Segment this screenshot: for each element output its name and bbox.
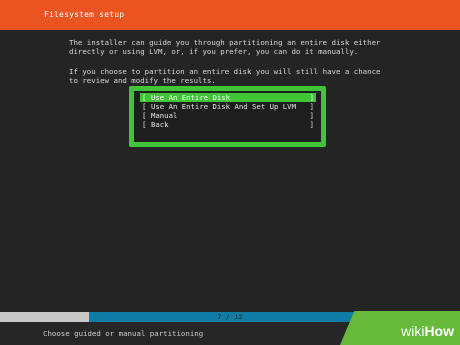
menu-item-manual[interactable]: [ Manual ] xyxy=(140,111,316,120)
intro-paragraph: The installer can guide you through part… xyxy=(69,38,380,56)
bracket-left: [ xyxy=(142,102,147,111)
intro-line: directly or using LVM, or, if you prefer… xyxy=(69,47,359,56)
bracket-left: [ xyxy=(142,111,147,120)
intro-line: to review and modify the results. xyxy=(69,76,216,85)
menu-item-label: Manual xyxy=(151,111,178,120)
menu-item-use-entire-disk-lvm[interactable]: [ Use An Entire Disk And Set Up LVM ] xyxy=(140,102,316,111)
header-bar: Filesystem setup xyxy=(0,0,460,30)
menu-item-label: Use An Entire Disk And Set Up LVM xyxy=(151,102,296,111)
wikihow-logo: wikiHow xyxy=(401,323,454,339)
chevron-right-icon: ] xyxy=(309,93,314,102)
status-text: Choose guided or manual partitioning xyxy=(43,329,204,338)
intro-line: The installer can guide you through part… xyxy=(69,38,381,47)
bracket-left: [ xyxy=(142,120,147,129)
menu-item-label: Use An Entire Disk xyxy=(151,93,231,102)
page-title: Filesystem setup xyxy=(44,10,125,19)
intro-paragraph: If you choose to partition an entire dis… xyxy=(69,67,380,85)
menu-item-label: Back xyxy=(151,120,169,129)
chevron-right-icon: ] xyxy=(309,102,314,111)
menu-item-use-entire-disk[interactable]: [ Use An Entire Disk ] xyxy=(140,93,316,102)
intro-line: If you choose to partition an entire dis… xyxy=(69,67,381,76)
chevron-right-icon: ] xyxy=(309,120,314,129)
chevron-right-icon: ] xyxy=(309,111,314,120)
bracket-left: [ xyxy=(142,93,147,102)
menu-item-back[interactable]: [ Back ] xyxy=(140,120,316,129)
partition-menu: [ Use An Entire Disk ] [ Use An Entire D… xyxy=(140,93,316,129)
